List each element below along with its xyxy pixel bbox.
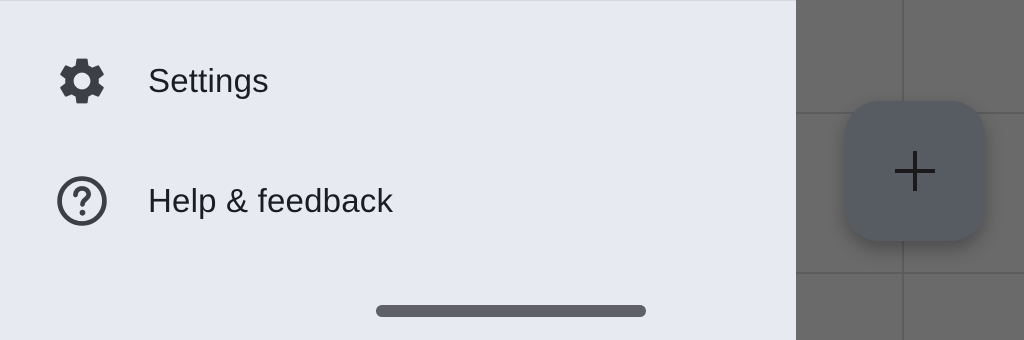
- plus-icon: [893, 149, 937, 193]
- screen: Settings Help & feedback: [0, 0, 1024, 340]
- navigation-drawer: Settings Help & feedback: [0, 0, 796, 340]
- home-indicator[interactable]: [376, 305, 646, 317]
- add-fab-button[interactable]: [845, 101, 985, 241]
- help-circle-icon: [54, 173, 110, 229]
- drawer-item-help-feedback[interactable]: Help & feedback: [0, 151, 796, 251]
- background-grid-line: [796, 272, 1024, 274]
- drawer-item-label: Settings: [148, 62, 269, 99]
- gear-icon: [54, 53, 110, 109]
- drawer-item-label: Help & feedback: [148, 182, 394, 219]
- drawer-item-settings[interactable]: Settings: [0, 31, 796, 131]
